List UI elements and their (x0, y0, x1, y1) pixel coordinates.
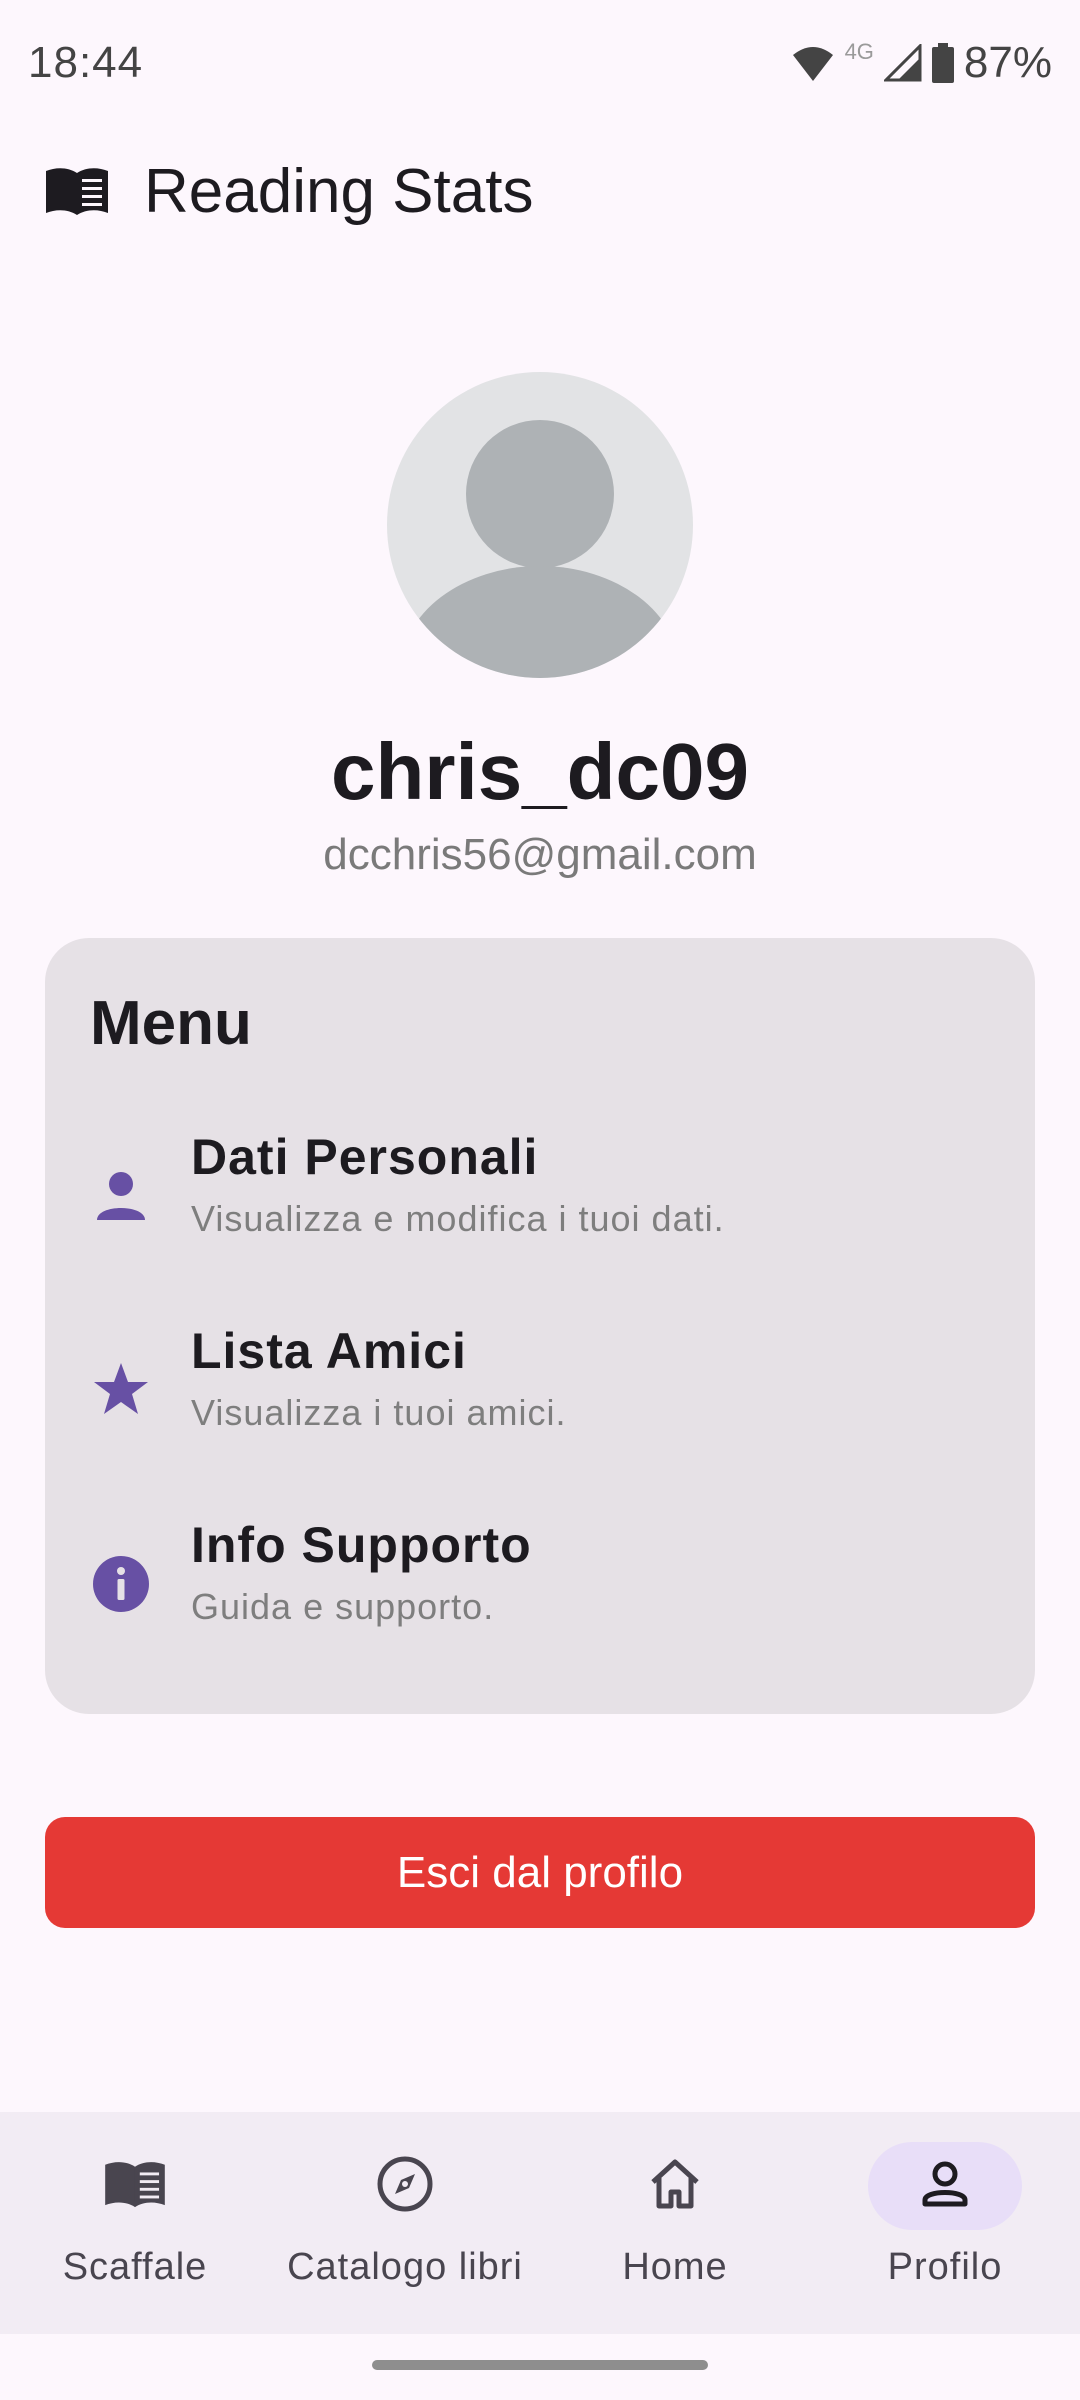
menu-item-subtitle: Visualizza e modifica i tuoi dati. (191, 1198, 725, 1239)
menu-item-lista-amici[interactable]: Lista Amici Visualizza i tuoi amici. (45, 1322, 1035, 1472)
status-bar: 18:44 4G 87% (0, 0, 1080, 126)
wifi-icon (791, 43, 835, 83)
signal-icon (883, 44, 922, 82)
profile-username: chris_dc09 (330, 727, 750, 816)
nav-item-profilo[interactable]: Profilo (810, 2112, 1080, 2334)
menu-item-title: Dati Personali (191, 1129, 539, 1185)
nav-label: Catalogo libri (287, 2246, 523, 2288)
nav-item-catalogo-libri[interactable]: Catalogo libri (270, 2112, 540, 2334)
person-outline-icon (915, 2154, 975, 2219)
star-icon (91, 1360, 151, 1420)
home-icon (645, 2154, 705, 2219)
menu-title: Menu (90, 989, 252, 1058)
app-bar: Reading Stats (0, 126, 1080, 256)
menu-item-info-supporto[interactable]: Info Supporto Guida e supporto. (45, 1516, 1035, 1666)
menu-item-subtitle: Guida e supporto. (191, 1586, 495, 1627)
battery-icon (931, 43, 954, 83)
logout-button[interactable]: Esci dal profilo (45, 1817, 1035, 1928)
menu-item-subtitle: Visualizza i tuoi amici. (191, 1392, 567, 1433)
book-icon (44, 165, 110, 217)
home-indicator[interactable] (372, 2360, 708, 2370)
nav-active-indicator (868, 2142, 1022, 2230)
menu-item-dati-personali[interactable]: Dati Personali Visualizza e modifica i t… (45, 1128, 1035, 1278)
network-type: 4G (844, 39, 874, 64)
compass-icon (375, 2154, 435, 2219)
nav-label: Profilo (887, 2246, 1003, 2288)
status-icons: 4G 87% (791, 38, 1052, 88)
menu-card: Menu Dati Personali Visualizza e modific… (45, 938, 1035, 1714)
avatar[interactable] (387, 372, 693, 678)
battery-percent: 87% (963, 38, 1052, 87)
bottom-nav: Scaffale Catalogo libri Home Profilo (0, 2112, 1080, 2334)
book-icon (103, 2159, 167, 2214)
avatar-placeholder-icon (400, 420, 680, 678)
nav-label: Scaffale (62, 2246, 208, 2288)
nav-item-scaffale[interactable]: Scaffale (0, 2112, 270, 2334)
nav-label: Home (622, 2246, 728, 2288)
app-title: Reading Stats (144, 156, 534, 226)
profile-email: dcchris56@gmail.com (323, 830, 757, 879)
person-icon (91, 1166, 151, 1226)
nav-item-home[interactable]: Home (540, 2112, 810, 2334)
info-icon (91, 1554, 151, 1614)
menu-item-title: Lista Amici (191, 1323, 467, 1379)
menu-item-title: Info Supporto (191, 1517, 532, 1573)
status-time: 18:44 (28, 38, 144, 87)
